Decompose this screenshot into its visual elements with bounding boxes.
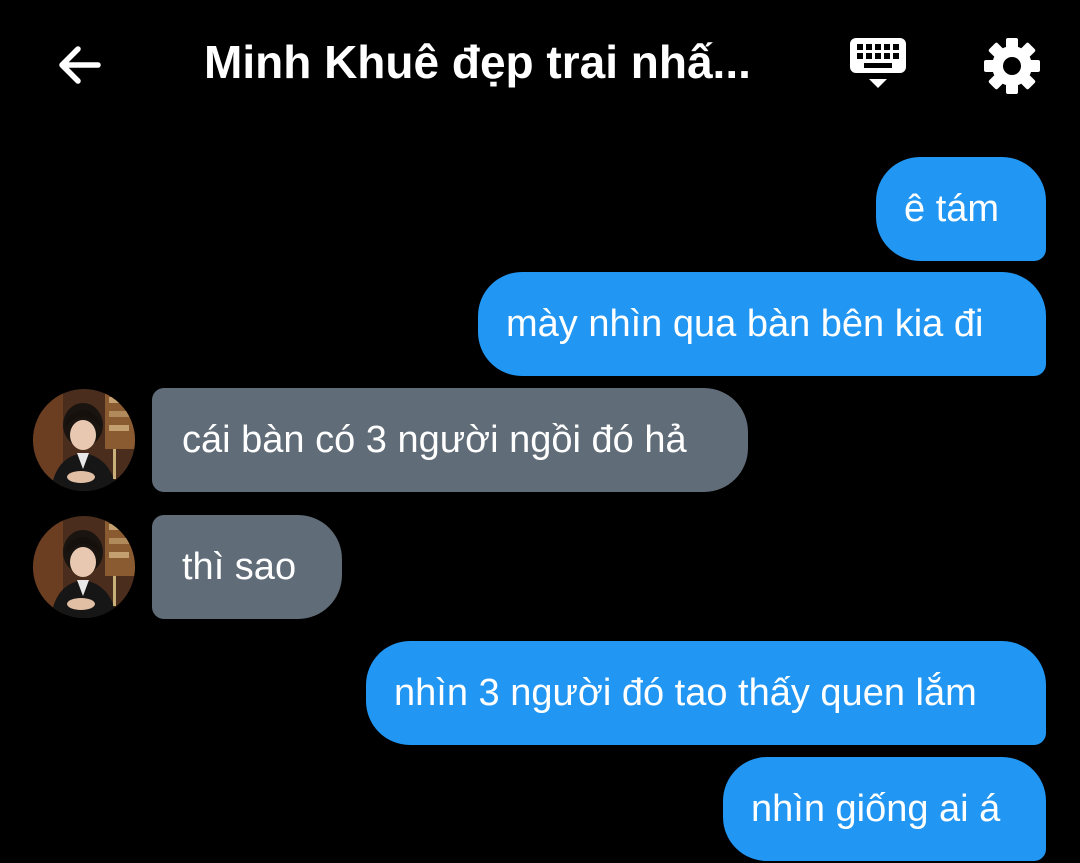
settings-button[interactable] <box>980 34 1044 98</box>
contact-avatar[interactable] <box>33 389 135 491</box>
keyboard-toggle-button[interactable] <box>844 32 912 98</box>
received-message[interactable]: cái bàn có 3 người ngồi đó hả <box>152 388 748 492</box>
sent-message[interactable]: nhìn giống ai á <box>723 757 1046 861</box>
gear-icon <box>984 38 1040 94</box>
arrow-left-icon <box>59 46 101 84</box>
conversation-title: Minh Khuê đẹp trai nhấ... <box>204 36 751 88</box>
back-button[interactable] <box>48 34 110 96</box>
avatar-photo <box>33 516 135 618</box>
sent-message[interactable]: ê tám <box>876 157 1046 261</box>
avatar-photo <box>33 389 135 491</box>
keyboard-icon <box>850 38 906 88</box>
sent-message[interactable]: mày nhìn qua bàn bên kia đi <box>478 272 1046 376</box>
sent-message[interactable]: nhìn 3 người đó tao thấy quen lắm <box>366 641 1046 745</box>
chat-header: Minh Khuê đẹp trai nhấ... <box>0 0 1080 130</box>
contact-avatar[interactable] <box>33 516 135 618</box>
received-message[interactable]: thì sao <box>152 515 342 619</box>
